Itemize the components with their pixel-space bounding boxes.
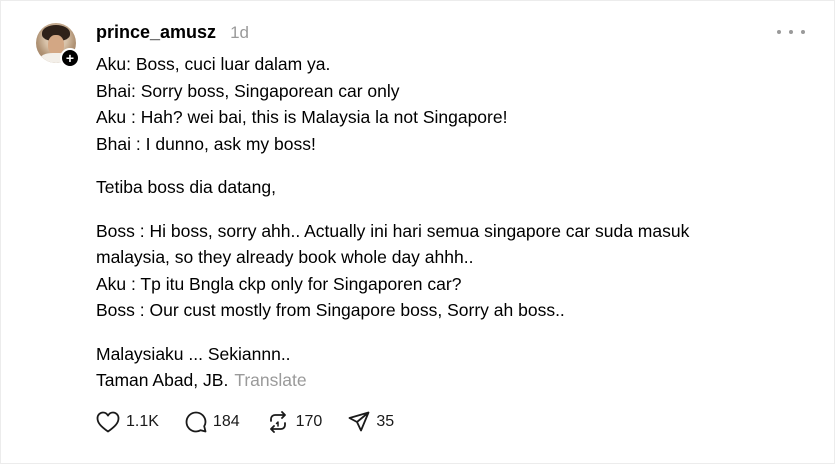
comment-icon — [185, 411, 207, 433]
location-text: Taman Abad, JB. — [96, 370, 229, 390]
post-line: Aku : Tp itu Bngla ckp only for Singapor… — [96, 273, 462, 294]
repost-button[interactable]: 170 — [266, 411, 323, 433]
repost-icon — [269, 411, 286, 433]
more-icon[interactable] — [777, 23, 805, 41]
avatar[interactable]: + — [36, 23, 80, 68]
comment-count: 184 — [212, 413, 240, 430]
post-line: Boss : Our cust mostly from Singapore bo… — [96, 300, 565, 320]
comment-button[interactable]: 184 — [185, 411, 240, 433]
post-line: Bhai: Sorry boss, Singaporean car only — [96, 80, 400, 101]
heart-icon — [96, 411, 120, 433]
post-line: Malaysiaku ... Sekiannn.. — [96, 343, 291, 364]
repost-count: 170 — [295, 413, 323, 430]
post-card: + prince_amusz 1d Aku: Boss, cuci luar d… — [0, 0, 835, 464]
like-count: 1.1K — [126, 413, 159, 430]
follow-plus-icon[interactable]: + — [60, 48, 80, 68]
post-line: Boss : Hi boss, sorry ahh.. Actually ini… — [96, 220, 690, 241]
post-line: Bhai : I dunno, ask my boss! — [96, 133, 316, 154]
translate-link[interactable]: Translate — [234, 370, 306, 390]
share-button[interactable]: 35 — [348, 411, 394, 433]
action-bar: 1.1K 184 170 35 — [96, 409, 420, 435]
post-time[interactable]: 1d — [230, 23, 249, 43]
post-line-last: Taman Abad, JB. Translate — [96, 367, 796, 394]
post-header: prince_amusz 1d — [96, 22, 249, 44]
username[interactable]: prince_amusz — [96, 22, 216, 43]
post-line: Aku: Boss, cuci luar dalam ya. — [96, 54, 331, 74]
post-line: Tetiba boss dia datang, — [96, 177, 276, 197]
like-button[interactable]: 1.1K — [96, 411, 159, 433]
post-line: malaysia, so they already book whole day… — [96, 247, 474, 267]
post-body: Aku: Boss, cuci luar dalam ya. Bhai: Sor… — [96, 51, 796, 394]
post-line: Aku : Hah? wei bai, this is Malaysia la … — [96, 107, 508, 127]
share-icon — [348, 411, 370, 432]
share-count: 35 — [376, 413, 395, 430]
